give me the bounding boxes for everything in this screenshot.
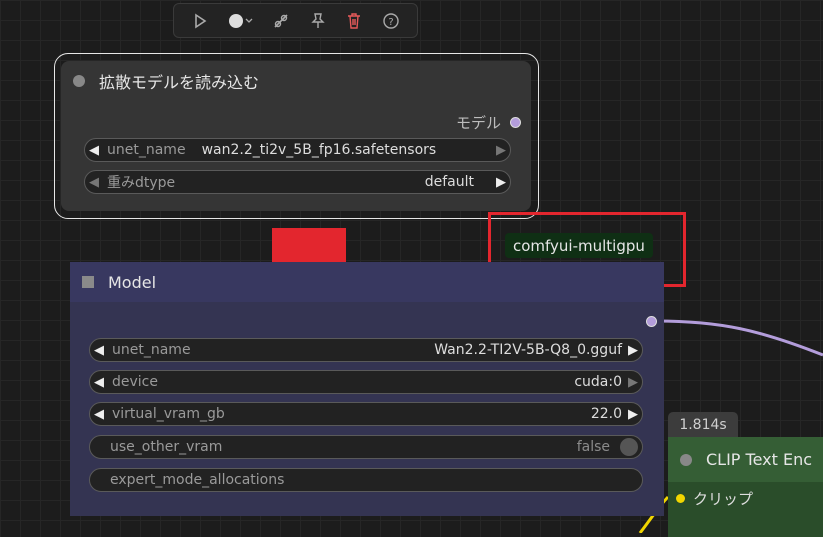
widget-value: cuda:0 — [574, 374, 622, 390]
arrow-left-icon[interactable]: ◀ — [85, 175, 103, 190]
node-title-bar[interactable]: 拡散モデルを読み込む — [61, 61, 531, 101]
output-port-icon[interactable] — [510, 117, 522, 128]
model-output-wire — [655, 319, 823, 357]
execution-time-badge: 1.814s — [668, 412, 738, 437]
collapse-dot-icon[interactable] — [680, 453, 692, 466]
node-title-bar[interactable]: CLIP Text Enc — [668, 437, 823, 482]
widget-label: 重みdtype — [107, 175, 176, 191]
model-output[interactable]: モデル — [456, 112, 522, 133]
widget-label: device — [112, 374, 158, 390]
node-title: 拡散モデルを読み込む — [99, 73, 260, 92]
widget-label: use_other_vram — [110, 439, 223, 455]
unet-name-combo[interactable]: ◀ unet_name wan2.2_ti2v_5B_fp16.safetens… — [84, 138, 511, 162]
arrow-left-icon[interactable]: ◀ — [85, 143, 103, 158]
arrow-left-icon[interactable]: ◀ — [90, 407, 108, 422]
output-label: モデル — [456, 114, 502, 132]
unet-name-combo[interactable]: ◀ unet_name Wan2.2-TI2V-5B-Q8_0.gguf ▶ — [89, 338, 643, 362]
node-title: Model — [108, 272, 157, 292]
input-port-icon[interactable] — [676, 494, 685, 503]
widget-label: expert_mode_allocations — [110, 472, 285, 488]
collapse-square-icon[interactable] — [82, 276, 94, 288]
virtual-vram-number[interactable]: ◀ virtual_vram_gb 22.0 ▶ — [89, 402, 643, 426]
input-label: クリップ — [693, 490, 754, 508]
clip-input[interactable]: クリップ — [676, 488, 753, 509]
node-source-badge: comfyui-multigpu — [505, 233, 653, 258]
device-combo[interactable]: ◀ device cuda:0 ▶ — [89, 370, 643, 394]
widget-label: virtual_vram_gb — [112, 406, 225, 422]
weight-dtype-combo[interactable]: ◀ 重みdtype default ▶ — [84, 170, 511, 194]
arrow-right-icon[interactable]: ▶ — [492, 143, 510, 158]
arrow-right-icon[interactable]: ▶ — [492, 175, 510, 190]
widget-value: 22.0 — [590, 406, 622, 422]
widget-label: unet_name — [112, 342, 191, 358]
arrow-left-icon[interactable]: ◀ — [90, 375, 108, 390]
output-port-icon[interactable] — [646, 316, 657, 327]
node-title-bar[interactable]: Model — [70, 262, 664, 302]
toggle-knob-icon[interactable] — [620, 438, 638, 456]
arrow-right-icon[interactable]: ▶ — [624, 407, 642, 422]
clip-text-encode-node[interactable]: CLIP Text Enc — [668, 437, 823, 537]
widget-value: default — [424, 174, 474, 190]
arrow-left-icon[interactable]: ◀ — [90, 343, 108, 358]
use-other-vram-toggle[interactable]: use_other_vram false — [89, 435, 643, 459]
collapse-dot-icon[interactable] — [73, 75, 85, 87]
widget-label: unet_name — [107, 142, 186, 158]
node-title: CLIP Text Enc — [706, 450, 813, 469]
widget-value: Wan2.2-TI2V-5B-Q8_0.gguf — [434, 342, 622, 358]
widget-value: wan2.2_ti2v_5B_fp16.safetensors — [201, 142, 437, 158]
expert-mode-allocations-field[interactable]: expert_mode_allocations — [89, 468, 643, 492]
arrow-right-icon[interactable]: ▶ — [624, 375, 642, 390]
widget-value: false — [576, 439, 610, 455]
arrow-right-icon[interactable]: ▶ — [624, 343, 642, 358]
